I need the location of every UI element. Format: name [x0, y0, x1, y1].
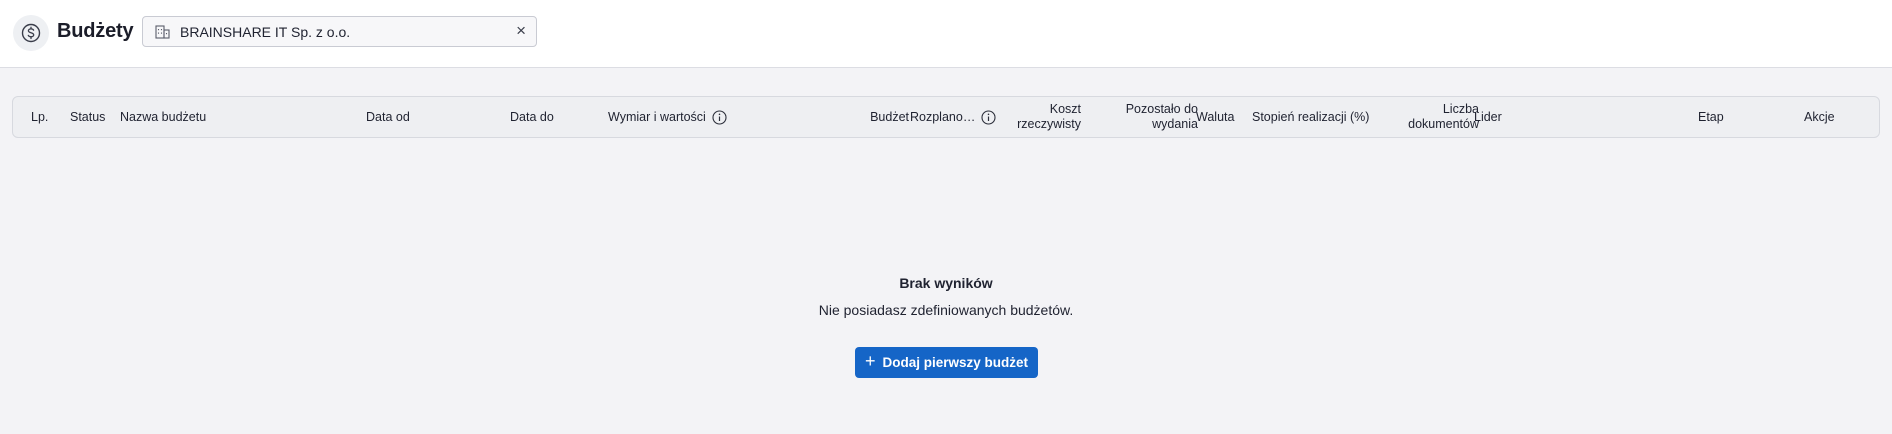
column-header-name[interactable]: Nazwa budżetu	[120, 97, 206, 137]
clear-company-button[interactable]: ×	[516, 22, 526, 40]
column-header-remaining[interactable]: Pozostało do wydania	[1103, 97, 1198, 137]
info-icon[interactable]	[981, 109, 996, 125]
plus-icon: +	[864, 351, 876, 371]
column-header-lp[interactable]: Lp.	[31, 97, 48, 137]
column-header-date-to[interactable]: Data do	[510, 97, 554, 137]
column-header-dimension-label: Wymiar i wartości	[608, 109, 706, 124]
top-bar: Budżety BRAINSHARE IT Sp. z o.o. ×	[0, 0, 1892, 68]
column-header-date-from[interactable]: Data od	[366, 97, 410, 137]
column-header-budget[interactable]: Budżet	[803, 97, 909, 137]
column-header-stage[interactable]: Etap	[1698, 97, 1724, 137]
column-header-planned[interactable]: Rozplano…	[910, 97, 996, 137]
column-header-status[interactable]: Status	[70, 97, 105, 137]
column-header-actual-cost[interactable]: Koszt rzeczywisty	[1003, 97, 1081, 137]
column-header-currency[interactable]: Waluta	[1196, 97, 1234, 137]
add-first-budget-button[interactable]: + Dodaj pierwszy budżet	[855, 347, 1038, 378]
company-chip-label: BRAINSHARE IT Sp. z o.o.	[180, 24, 351, 40]
info-icon[interactable]	[712, 109, 727, 125]
column-header-docs[interactable]: Liczba dokumentów	[1397, 97, 1479, 137]
column-header-dimension[interactable]: Wymiar i wartości	[608, 97, 727, 137]
column-header-actions[interactable]: Akcje	[1804, 97, 1835, 137]
column-header-progress[interactable]: Stopień realizacji (%)	[1252, 97, 1369, 137]
page-title: Budżety	[57, 20, 134, 42]
company-filter-chip[interactable]: BRAINSHARE IT Sp. z o.o. ×	[142, 16, 537, 47]
empty-state-subtitle: Nie posiadasz zdefiniowanych budżetów.	[818, 302, 1074, 318]
add-first-budget-label: Dodaj pierwszy budżet	[882, 355, 1029, 370]
column-header-leader[interactable]: Lider	[1474, 97, 1502, 137]
empty-state-title: Brak wyników	[899, 275, 993, 291]
table-header: Lp. Status Nazwa budżetu Data od Data do…	[12, 96, 1880, 138]
column-header-planned-label: Rozplano…	[910, 109, 976, 124]
building-icon	[155, 25, 170, 44]
dollar-coin-icon	[13, 15, 49, 51]
